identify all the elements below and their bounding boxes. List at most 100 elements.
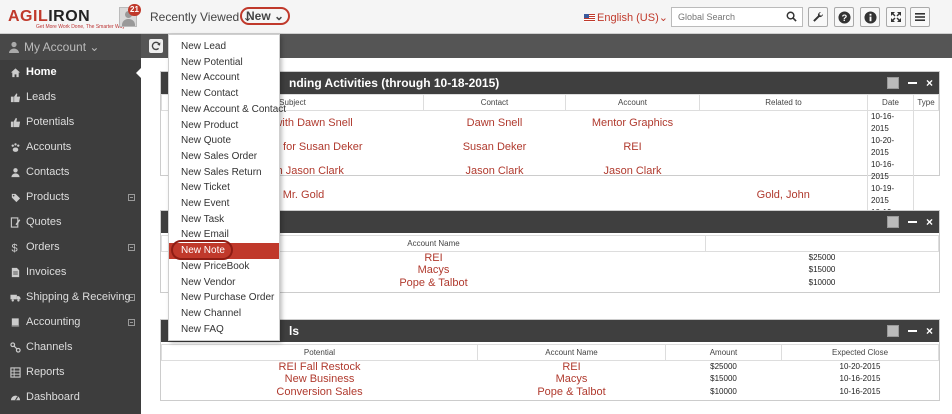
sidebar-item-potentials[interactable]: Potentials bbox=[0, 110, 141, 135]
activity-account[interactable]: Mentor Graphics bbox=[566, 111, 700, 136]
home-icon bbox=[10, 68, 21, 78]
sidebar-item-channels[interactable]: Channels bbox=[0, 335, 141, 360]
potential-name-link[interactable]: REI Fall Restock bbox=[162, 361, 478, 374]
potential-account-link[interactable]: REI bbox=[478, 361, 666, 374]
menu-item-new-account-contact[interactable]: New Account & Contact bbox=[169, 102, 286, 118]
column-header[interactable]: Contact bbox=[423, 94, 566, 111]
column-header[interactable]: Account Name bbox=[477, 344, 666, 361]
help-button[interactable]: ? bbox=[834, 7, 854, 27]
potentials-panel-title: ls bbox=[289, 324, 300, 338]
minimize-icon[interactable] bbox=[907, 82, 917, 84]
column-header[interactable]: Date bbox=[867, 94, 914, 111]
close-icon[interactable]: × bbox=[926, 216, 933, 228]
sidebar-item-accounting[interactable]: Accounting bbox=[0, 310, 141, 335]
activity-related[interactable] bbox=[700, 111, 868, 136]
sidebar-item-invoices[interactable]: Invoices bbox=[0, 260, 141, 285]
column-header[interactable]: Expected Close bbox=[781, 344, 939, 361]
menu-item-new-sales-order[interactable]: New Sales Order bbox=[169, 149, 279, 165]
sidebar-item-quotes[interactable]: Quotes bbox=[0, 210, 141, 235]
activity-related[interactable]: Gold, John bbox=[700, 183, 868, 207]
paw-icon bbox=[11, 143, 20, 152]
menu-item-new-contact[interactable]: New Contact bbox=[169, 86, 279, 102]
menu-item-new-ticket[interactable]: New Ticket bbox=[169, 180, 279, 196]
potential-name-link[interactable]: Conversion Sales bbox=[162, 386, 478, 399]
column-header[interactable]: Account bbox=[565, 94, 700, 111]
sidebar-item-reports[interactable]: Reports bbox=[0, 360, 141, 385]
sidebar-item-contacts[interactable]: Contacts bbox=[0, 160, 141, 185]
language-selector[interactable]: English (US)⌄ bbox=[584, 11, 668, 24]
activity-related[interactable] bbox=[700, 135, 868, 159]
potential-name-link[interactable]: New Business bbox=[162, 373, 478, 386]
column-header[interactable] bbox=[705, 235, 939, 252]
us-flag-icon bbox=[584, 13, 595, 22]
info-button[interactable] bbox=[860, 7, 880, 27]
potential-account-link[interactable]: Macys bbox=[478, 373, 666, 386]
activity-contact[interactable]: Jason Clark bbox=[424, 159, 566, 183]
close-icon[interactable]: × bbox=[926, 77, 933, 89]
potential-close-date: 10-20-2015 bbox=[839, 362, 881, 371]
global-search-input[interactable] bbox=[672, 8, 782, 26]
sidebar-item-label: Products bbox=[26, 191, 70, 203]
sidebar-item-accounts[interactable]: Accounts bbox=[0, 135, 141, 160]
expand-icon[interactable] bbox=[128, 294, 135, 301]
minimize-icon[interactable] bbox=[907, 221, 917, 223]
activity-related[interactable] bbox=[700, 159, 868, 183]
sidebar-item-products[interactable]: Products bbox=[0, 185, 141, 210]
menu-item-new-product[interactable]: New Product bbox=[169, 118, 279, 134]
menu-item-new-purchase-order[interactable]: New Purchase Order bbox=[169, 290, 279, 306]
menu-item-new-quote[interactable]: New Quote bbox=[169, 133, 279, 149]
menu-item-new-channel[interactable]: New Channel bbox=[169, 306, 279, 322]
activity-account[interactable] bbox=[566, 183, 700, 207]
refresh-icon bbox=[151, 41, 161, 51]
sidebar-item-shipping-receiving[interactable]: Shipping & Receiving bbox=[0, 285, 141, 310]
menu-item-new-event[interactable]: New Event bbox=[169, 196, 279, 212]
recently-viewed-menu[interactable]: Recently Viewed ⌄ bbox=[150, 10, 253, 24]
expand-icon[interactable] bbox=[128, 244, 135, 251]
column-header[interactable]: Type bbox=[913, 94, 939, 111]
my-account-menu[interactable]: My Account ⌄ bbox=[0, 34, 141, 60]
menu-item-new-lead[interactable]: New Lead bbox=[169, 39, 279, 55]
column-header[interactable]: Related to bbox=[699, 94, 868, 111]
menu-item-new-note[interactable]: New Note bbox=[169, 243, 279, 259]
menu-item-new-task[interactable]: New Task bbox=[169, 212, 279, 228]
sidebar-item-dashboard[interactable]: Dashboard bbox=[0, 385, 141, 410]
sidebar-item-label: Leads bbox=[26, 91, 56, 103]
notification-badge[interactable]: 21 bbox=[128, 4, 141, 16]
activity-account[interactable]: Jason Clark bbox=[566, 159, 700, 183]
activity-contact[interactable]: Dawn Snell bbox=[424, 111, 566, 136]
sidebar-item-home[interactable]: Home bbox=[0, 60, 141, 85]
new-menu-button[interactable]: New ⌄ bbox=[240, 7, 291, 25]
menu-item-new-pricebook[interactable]: New PriceBook bbox=[169, 259, 279, 275]
agiliron-logo[interactable]: AGILIRON Get More Work Done, The Smarter… bbox=[8, 8, 125, 30]
activities-panel-title: nding Activities (through 10-18-2015) bbox=[289, 76, 500, 90]
expand-icon[interactable] bbox=[128, 194, 135, 201]
sidebar-item-leads[interactable]: Leads bbox=[0, 85, 141, 110]
menu-item-new-email[interactable]: New Email bbox=[169, 227, 279, 243]
logo-tagline: Get More Work Done, The Smarter Way bbox=[36, 24, 125, 30]
potential-account-link[interactable]: Pope & Talbot bbox=[478, 386, 666, 399]
expand-icon[interactable] bbox=[128, 319, 135, 326]
column-header[interactable]: Potential bbox=[161, 344, 478, 361]
menu-item-new-potential[interactable]: New Potential bbox=[169, 55, 279, 71]
fullscreen-button[interactable] bbox=[886, 7, 906, 27]
menu-item-new-sales-return[interactable]: New Sales Return bbox=[169, 165, 279, 181]
main-menu-button[interactable] bbox=[910, 7, 930, 27]
search-icon[interactable] bbox=[786, 11, 797, 22]
menu-item-new-account[interactable]: New Account bbox=[169, 70, 279, 86]
minimize-icon[interactable] bbox=[907, 330, 917, 332]
activity-contact[interactable] bbox=[424, 183, 566, 207]
refresh-button[interactable] bbox=[149, 39, 163, 53]
column-header[interactable]: Amount bbox=[665, 344, 782, 361]
panel-settings-icon[interactable] bbox=[886, 216, 899, 228]
activity-type bbox=[913, 110, 939, 135]
panel-settings-icon[interactable] bbox=[886, 325, 899, 337]
menu-item-new-faq[interactable]: New FAQ bbox=[169, 322, 279, 338]
table-row: Conversion Sales Pope & Talbot $10000 10-16… bbox=[162, 386, 939, 399]
wrench-button[interactable] bbox=[808, 7, 828, 27]
activity-account[interactable]: REI bbox=[566, 135, 700, 159]
menu-item-new-vendor[interactable]: New Vendor bbox=[169, 275, 279, 291]
activity-contact[interactable]: Susan Deker bbox=[424, 135, 566, 159]
close-icon[interactable]: × bbox=[926, 325, 933, 337]
panel-settings-icon[interactable] bbox=[886, 77, 899, 89]
sidebar-item-orders[interactable]: $ Orders bbox=[0, 235, 141, 260]
